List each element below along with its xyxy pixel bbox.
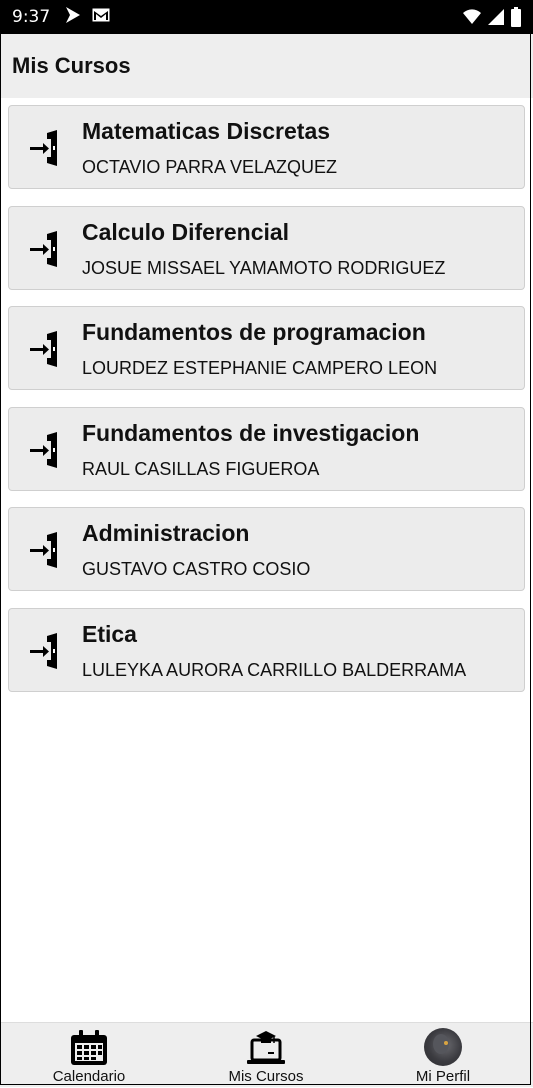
- course-card[interactable]: Matematicas Discretas OCTAVIO PARRA VELA…: [8, 105, 525, 189]
- bottom-navigation: Calendario Mis Cursos Mi Perfil: [0, 1022, 533, 1087]
- course-teacher: JOSUE MISSAEL YAMAMOTO RODRIGUEZ: [82, 257, 446, 278]
- course-teacher: OCTAVIO PARRA VELAZQUEZ: [82, 157, 338, 177]
- page-title: Mis Cursos: [12, 53, 131, 78]
- navigation-arrow-icon: [64, 6, 82, 29]
- course-teacher: RAUL CASILLAS FIGUEROA: [82, 458, 320, 479]
- enter-door-icon: [29, 329, 69, 369]
- course-title: Etica: [82, 620, 137, 647]
- gmail-icon: [92, 8, 110, 27]
- signal-icon: [487, 8, 505, 31]
- course-card[interactable]: Fundamentos de investigacion RAUL CASILL…: [8, 406, 525, 491]
- course-teacher: GUSTAVO CASTRO COSIO: [82, 559, 311, 579]
- enter-door-icon: [29, 229, 69, 269]
- status-time: 9:37: [12, 7, 51, 27]
- course-title: Fundamentos de programacion: [82, 319, 426, 345]
- status-bar: 9:37: [0, 0, 533, 34]
- avatar: [424, 1028, 462, 1066]
- app-bar: Mis Cursos: [0, 34, 533, 98]
- enter-door-icon: [29, 430, 69, 470]
- course-title: Matematicas Discretas: [82, 118, 331, 144]
- calendar-icon: [69, 1030, 109, 1071]
- course-card[interactable]: Administracion GUSTAVO CASTRO COSIO: [8, 507, 525, 591]
- nav-label: Mis Cursos: [228, 1068, 304, 1085]
- nav-label: Calendario: [52, 1068, 126, 1085]
- course-card[interactable]: Calculo Diferencial JOSUE MISSAEL YAMAMO…: [8, 205, 525, 290]
- course-card[interactable]: Etica LULEYKA AURORA CARRILLO BALDERRAMA: [8, 607, 525, 692]
- nav-item-calendario[interactable]: Calendario: [19, 1023, 159, 1088]
- course-list: Matematicas Discretas OCTAVIO PARRA VELA…: [8, 105, 525, 708]
- enter-door-icon: [29, 631, 69, 671]
- nav-label: Mi Perfil: [415, 1068, 471, 1085]
- nav-item-mis-cursos[interactable]: Mis Cursos: [196, 1023, 336, 1088]
- course-title: Fundamentos de investigacion: [82, 419, 420, 446]
- course-card[interactable]: Fundamentos de programacion LOURDEZ ESTE…: [8, 306, 525, 390]
- enter-door-icon: [29, 128, 69, 168]
- profile-avatar: [424, 1028, 462, 1066]
- course-title: Administracion: [82, 520, 250, 546]
- nav-item-mi-perfil[interactable]: Mi Perfil: [373, 1023, 513, 1088]
- wifi-icon: [463, 8, 481, 31]
- course-teacher: LOURDEZ ESTEPHANIE CAMPERO LEON: [82, 358, 438, 378]
- battery-icon: [511, 7, 521, 32]
- course-title: Calculo Diferencial: [82, 218, 290, 245]
- course-laptop-icon: [246, 1030, 286, 1071]
- enter-door-icon: [29, 530, 69, 570]
- course-teacher: LULEYKA AURORA CARRILLO BALDERRAMA: [82, 659, 467, 680]
